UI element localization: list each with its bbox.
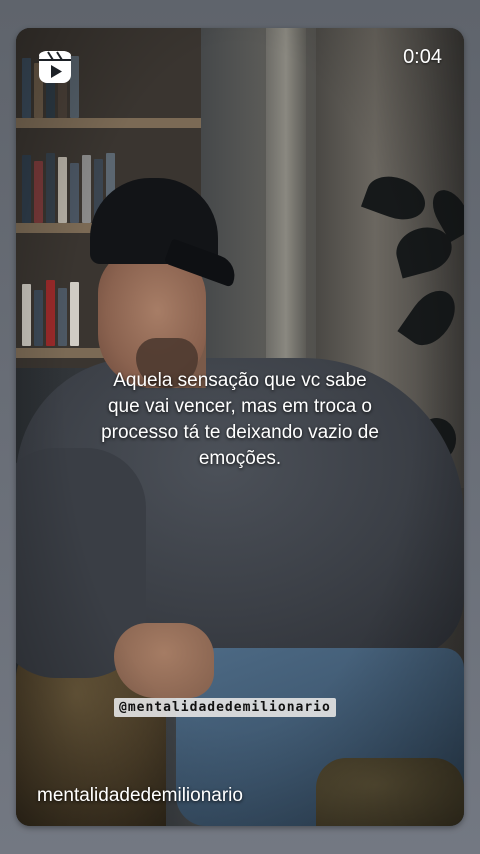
page: 0:04 Aquela sensação que vc sabe que vai… xyxy=(0,0,480,854)
video-caption: Aquela sensação que vc sabe que vai venc… xyxy=(101,370,379,469)
reels-icon xyxy=(39,51,71,83)
video-timer: 0:04 xyxy=(403,46,442,68)
reel-card[interactable]: 0:04 Aquela sensação que vc sabe que vai… xyxy=(16,28,464,826)
account-name[interactable]: mentalidadedemilionario xyxy=(37,785,243,807)
watermark-handle: @mentalidadedemilionario xyxy=(114,698,336,717)
